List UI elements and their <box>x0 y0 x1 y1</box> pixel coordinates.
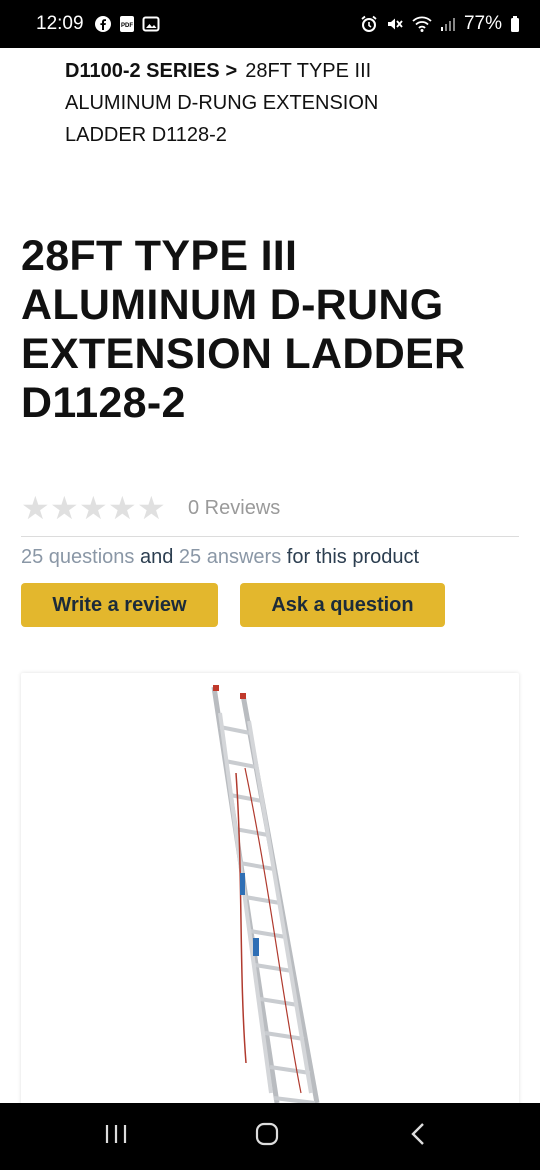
pdf-icon: PDF <box>118 15 136 33</box>
mute-icon <box>386 15 404 33</box>
signal-icon <box>440 15 456 33</box>
breadcrumb-separator: > <box>225 60 238 82</box>
notification-icons: PDF <box>94 15 160 33</box>
battery-percent: 77% <box>463 13 502 34</box>
home-icon[interactable] <box>254 1121 280 1147</box>
recent-apps-icon[interactable] <box>104 1121 128 1147</box>
divider <box>21 536 519 537</box>
qa-suffix-text: for this product <box>286 546 420 568</box>
svg-text:PDF: PDF <box>121 23 133 29</box>
star-rating: ★ ★ ★ ★ ★ <box>21 490 166 526</box>
wifi-icon <box>412 15 432 33</box>
status-right: 77% <box>360 13 520 35</box>
breadcrumb-parent-link[interactable]: D1100-2 SERIES <box>65 60 220 82</box>
write-review-button[interactable]: Write a review <box>21 583 218 627</box>
status-bar: 12:09 PDF 77% <box>0 0 540 48</box>
star-icon: ★ <box>21 490 50 526</box>
answers-link[interactable]: 25 answers <box>179 546 281 568</box>
battery-icon <box>510 15 520 33</box>
ladder-product-image <box>211 685 320 1105</box>
product-title: 28FT TYPE III ALUMINUM D-RUNG EXTENSION … <box>21 232 466 427</box>
rating-summary: ★ ★ ★ ★ ★ 0 Reviews <box>21 490 280 526</box>
back-icon[interactable] <box>408 1121 428 1147</box>
facebook-icon <box>94 15 112 33</box>
qa-and-text: and <box>139 546 174 568</box>
qa-summary: 25 questions and 25 answers for this pro… <box>21 546 419 569</box>
star-icon: ★ <box>137 490 166 526</box>
star-icon: ★ <box>50 490 79 526</box>
star-icon: ★ <box>108 490 137 526</box>
breadcrumb: D1100-2 SERIES >28FT TYPE III ALUMINUM D-… <box>65 55 425 151</box>
ask-question-button[interactable]: Ask a question <box>240 583 445 627</box>
product-image-card[interactable] <box>21 673 519 1113</box>
gallery-icon <box>142 15 160 33</box>
status-time: 12:09 <box>36 13 84 34</box>
reviews-count-link[interactable]: 0 Reviews <box>188 497 280 520</box>
alarm-icon <box>360 15 378 33</box>
questions-link[interactable]: 25 questions <box>21 546 134 568</box>
star-icon: ★ <box>79 490 108 526</box>
system-nav-bar <box>0 1103 540 1170</box>
